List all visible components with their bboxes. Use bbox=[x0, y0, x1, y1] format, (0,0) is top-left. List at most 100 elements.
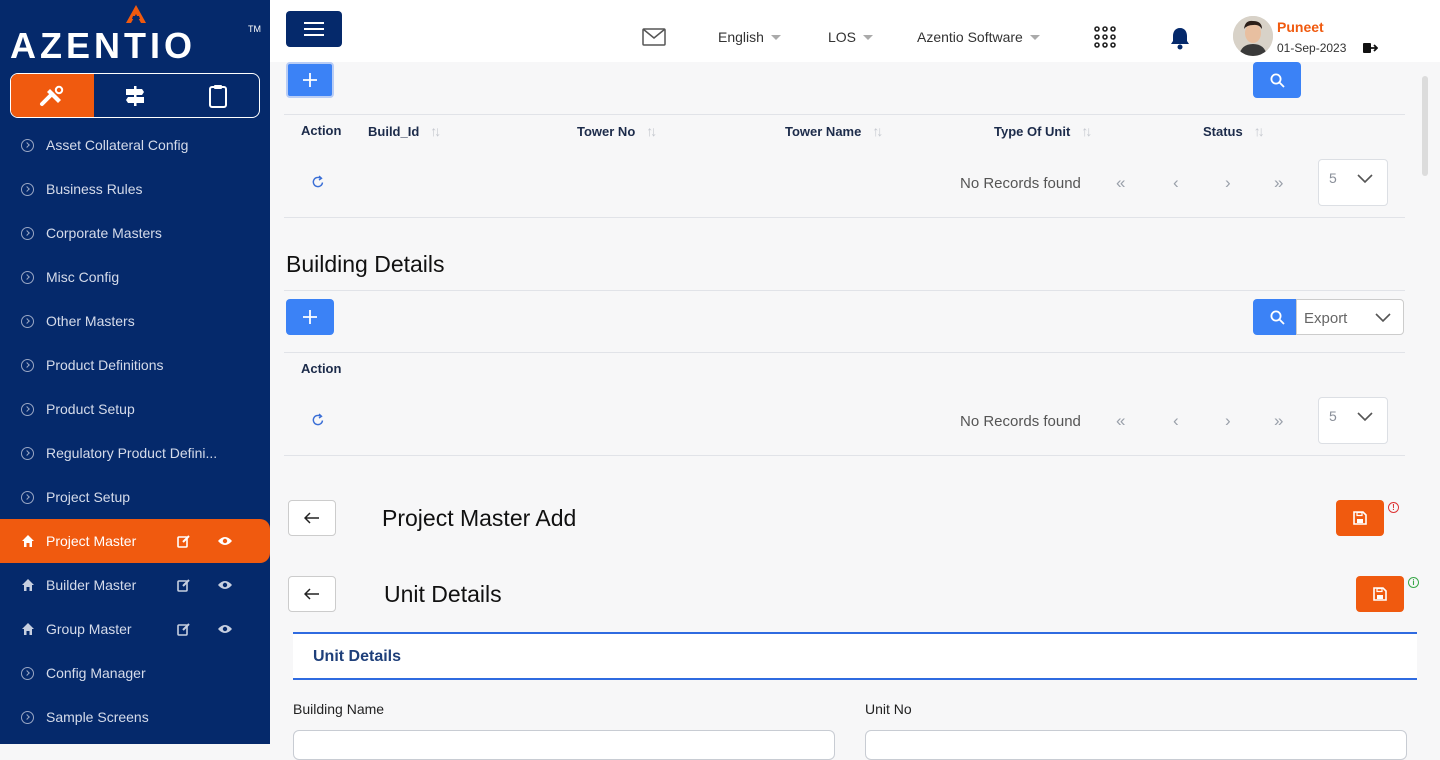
eye-icon[interactable] bbox=[217, 579, 233, 591]
save-project-button[interactable] bbox=[1336, 500, 1384, 536]
sidebar-item-product-definitions[interactable]: Product Definitions bbox=[0, 343, 270, 387]
sidebar-item-label: Group Master bbox=[46, 621, 132, 637]
notifications-button[interactable] bbox=[1169, 26, 1191, 50]
chevron-circle-icon bbox=[21, 490, 34, 504]
sidebar-item-config-manager[interactable]: Config Manager bbox=[0, 651, 270, 695]
module-dropdown[interactable]: LOS bbox=[828, 29, 874, 45]
sidebar-item-label: Misc Config bbox=[46, 269, 120, 285]
chevron-circle-icon bbox=[21, 710, 34, 724]
sidebar-item-label: Sample Screens bbox=[46, 709, 149, 725]
info-icon[interactable]: i bbox=[1408, 577, 1419, 588]
sidebar-item-builder-master[interactable]: Builder Master bbox=[0, 563, 270, 607]
refresh-button[interactable] bbox=[311, 175, 325, 194]
column-header-status[interactable]: Status ↑↓ bbox=[1203, 123, 1265, 139]
sidebar-item-sample-screens[interactable]: Sample Screens bbox=[0, 695, 270, 739]
page-size-value: 5 bbox=[1329, 408, 1337, 424]
first-page-button[interactable]: « bbox=[1116, 411, 1125, 431]
column-header-build-id[interactable]: Build_Id ↑↓ bbox=[368, 123, 441, 139]
sidebar-item-corporate-masters[interactable]: Corporate Masters bbox=[0, 211, 270, 255]
add-building-button[interactable] bbox=[286, 299, 334, 335]
apps-grid-icon bbox=[1094, 26, 1116, 48]
sort-icon[interactable]: ↑↓ bbox=[430, 123, 441, 139]
edit-icon[interactable] bbox=[177, 622, 191, 636]
divider bbox=[284, 114, 1405, 115]
search-tower-button[interactable] bbox=[1253, 62, 1301, 98]
back-button[interactable] bbox=[288, 500, 336, 536]
divider bbox=[284, 217, 1405, 218]
column-header-tower-no[interactable]: Tower No ↑↓ bbox=[577, 123, 657, 139]
sort-icon[interactable]: ↑↓ bbox=[1081, 123, 1092, 139]
chevron-circle-icon bbox=[21, 666, 34, 680]
module-label: LOS bbox=[828, 29, 857, 45]
edit-icon[interactable] bbox=[177, 578, 191, 592]
chevron-circle-icon bbox=[21, 138, 34, 152]
mail-button[interactable] bbox=[642, 28, 666, 46]
back-button[interactable] bbox=[288, 576, 336, 612]
sidebar-item-product-setup[interactable]: Product Setup bbox=[0, 387, 270, 431]
refresh-button[interactable] bbox=[311, 413, 325, 432]
company-dropdown[interactable]: Azentio Software bbox=[917, 29, 1040, 45]
azentio-logo[interactable]: AZENTIO TM bbox=[10, 2, 262, 66]
main-content: Action Build_Id ↑↓ Tower No ↑↓ Tower Name ↑… bbox=[270, 62, 1440, 760]
tab-unit-details-label: Unit Details bbox=[313, 648, 402, 665]
sidebar-item-project-master[interactable]: Project Master bbox=[0, 519, 270, 563]
prev-page-button[interactable]: ‹ bbox=[1173, 411, 1179, 431]
building-name-input[interactable] bbox=[293, 730, 835, 760]
chevron-down-icon bbox=[1357, 412, 1373, 422]
next-page-button[interactable]: › bbox=[1225, 173, 1231, 193]
sidebar-item-group-master[interactable]: Group Master bbox=[0, 607, 270, 651]
logo-trademark: TM bbox=[248, 24, 261, 34]
sidebar-item-regulatory-product-definitions[interactable]: Regulatory Product Defini... bbox=[0, 431, 270, 475]
home-icon bbox=[22, 579, 34, 591]
scrollbar-thumb[interactable] bbox=[1422, 76, 1428, 176]
home-icon bbox=[22, 623, 34, 635]
sort-icon[interactable]: ↑↓ bbox=[1254, 123, 1265, 139]
export-label: Export bbox=[1304, 310, 1348, 327]
next-page-button[interactable]: › bbox=[1225, 411, 1231, 431]
user-avatar[interactable] bbox=[1233, 16, 1273, 56]
unit-no-input[interactable] bbox=[865, 730, 1407, 760]
sidebar-item-project-setup[interactable]: Project Setup bbox=[0, 475, 270, 519]
mode-tab-clipboard[interactable] bbox=[176, 74, 259, 117]
column-header-type-of-unit[interactable]: Type Of Unit ↑↓ bbox=[994, 123, 1092, 139]
last-page-button[interactable]: » bbox=[1274, 411, 1283, 431]
eye-icon[interactable] bbox=[217, 535, 233, 547]
edit-icon[interactable] bbox=[177, 534, 191, 548]
prev-page-button[interactable]: ‹ bbox=[1173, 173, 1179, 193]
add-tower-button[interactable] bbox=[286, 62, 334, 98]
home-icon bbox=[22, 535, 34, 547]
sidebar-item-asset-collateral-config[interactable]: Asset Collateral Config bbox=[0, 123, 270, 167]
first-page-button[interactable]: « bbox=[1116, 173, 1125, 193]
sort-icon[interactable]: ↑↓ bbox=[872, 123, 883, 139]
chevron-circle-icon bbox=[21, 270, 34, 284]
page-size-select[interactable]: 5 bbox=[1318, 159, 1388, 206]
search-building-button[interactable] bbox=[1253, 299, 1301, 335]
error-info-icon[interactable]: ! bbox=[1388, 502, 1399, 513]
export-select[interactable]: Export bbox=[1296, 299, 1404, 335]
sidebar-item-other-masters[interactable]: Other Masters bbox=[0, 299, 270, 343]
logout-button[interactable] bbox=[1362, 41, 1379, 60]
sidebar: AZENTIO TM Asset Collateral Config Busin… bbox=[0, 0, 270, 744]
sort-icon[interactable]: ↑↓ bbox=[646, 123, 657, 139]
mode-tab-signpost[interactable] bbox=[94, 74, 177, 117]
logo-text: AZENTIO bbox=[10, 25, 196, 66]
project-master-add-title: Project Master Add bbox=[382, 505, 577, 531]
save-unit-button[interactable] bbox=[1356, 576, 1404, 612]
column-header-tower-name[interactable]: Tower Name ↑↓ bbox=[785, 123, 883, 139]
search-icon bbox=[1270, 310, 1285, 325]
last-page-button[interactable]: » bbox=[1274, 173, 1283, 193]
language-dropdown[interactable]: English bbox=[718, 29, 781, 45]
hamburger-menu-button[interactable] bbox=[286, 11, 342, 47]
sidebar-mode-tabs bbox=[10, 73, 260, 118]
eye-icon[interactable] bbox=[217, 623, 233, 635]
mode-tab-tools[interactable] bbox=[11, 74, 94, 117]
sidebar-item-business-rules[interactable]: Business Rules bbox=[0, 167, 270, 211]
sidebar-nav: Asset Collateral Config Business Rules C… bbox=[0, 123, 270, 739]
page-size-select[interactable]: 5 bbox=[1318, 397, 1388, 444]
sidebar-item-misc-config[interactable]: Misc Config bbox=[0, 255, 270, 299]
apps-button[interactable] bbox=[1094, 26, 1116, 48]
building-details-title: Building Details bbox=[286, 251, 445, 277]
tab-unit-details[interactable]: Unit Details bbox=[293, 632, 1417, 680]
plus-icon bbox=[303, 73, 317, 87]
sidebar-item-label: Business Rules bbox=[46, 181, 143, 197]
